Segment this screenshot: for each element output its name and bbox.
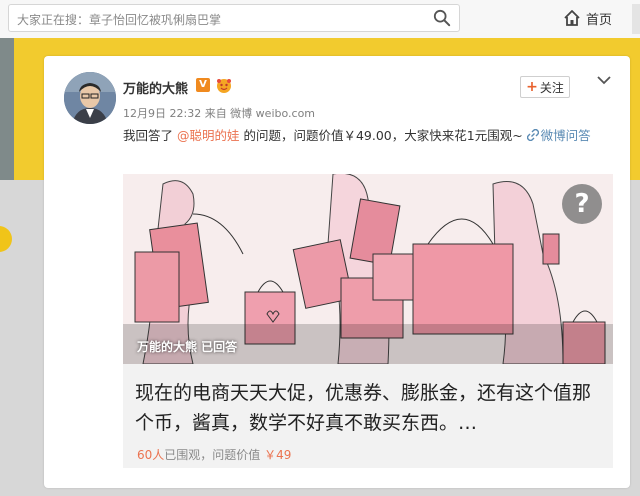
verified-badge[interactable]: V bbox=[196, 78, 210, 92]
answer-text: 现在的电商天天大促，优惠券、膨胀金，还有这个值那个币，酱真，数学不好真不敢买东西… bbox=[135, 382, 592, 434]
username[interactable]: 万能的大熊 bbox=[123, 78, 188, 97]
member-face-icon[interactable] bbox=[216, 78, 232, 94]
search-suggestion-text: 大家正在搜：章子怡回忆被巩俐扇巴掌 bbox=[17, 13, 222, 27]
left-strip bbox=[0, 38, 14, 180]
post-timestamp[interactable]: 12月9日 22:32 来自 微博 weibo.com bbox=[123, 105, 315, 121]
top-bar: 大家正在搜：章子怡回忆被巩俐扇巴掌 首页 bbox=[0, 0, 640, 39]
link-icon bbox=[526, 128, 539, 142]
follow-label: 关注 bbox=[539, 80, 564, 95]
home-link[interactable]: 首页 bbox=[562, 7, 612, 29]
question-price: ￥49 bbox=[264, 448, 292, 462]
chevron-down-icon[interactable] bbox=[596, 74, 612, 86]
watch-label: 已围观，问题价值 bbox=[164, 448, 261, 462]
question-mark-icon[interactable]: ? bbox=[562, 184, 602, 224]
search-input[interactable]: 大家正在搜：章子怡回忆被巩俐扇巴掌 bbox=[8, 4, 460, 32]
avatar-image bbox=[64, 72, 116, 124]
search-icon[interactable] bbox=[433, 9, 451, 27]
watch-count: 60人 bbox=[137, 448, 165, 462]
answer-meta: 60人已围观，问题价值 ￥49 bbox=[137, 446, 291, 463]
image-caption: 万能的大熊 已回答 bbox=[137, 340, 238, 354]
mention-link[interactable]: @聪明的娃 bbox=[177, 128, 240, 143]
weibo-post-card: 万能的大熊 V 12月9日 22:32 来自 微博 weibo.com + 关注… bbox=[44, 56, 630, 488]
follow-button[interactable]: + 关注 bbox=[520, 76, 570, 98]
answer-image[interactable]: 万能的大熊 已回答 ? bbox=[123, 174, 613, 364]
shopping-illustration bbox=[123, 174, 613, 364]
home-label: 首页 bbox=[586, 12, 613, 28]
plus-icon: + bbox=[526, 79, 538, 95]
home-icon bbox=[564, 10, 580, 26]
post-text: 我回答了 @聪明的娃 的问题，问题价值￥49.00，大家快来花1元围观~ 微博问… bbox=[123, 126, 593, 145]
answer-preview[interactable]: 现在的电商天天大促，优惠券、膨胀金，还有这个值那个币，酱真，数学不好真不敢买东西… bbox=[123, 364, 613, 468]
scrollbar[interactable] bbox=[632, 4, 640, 34]
weibo-qa-link[interactable]: 微博问答 bbox=[541, 128, 591, 143]
avatar[interactable] bbox=[64, 72, 116, 124]
post-text-middle: 的问题，问题价值￥49.00，大家快来花1元围观~ bbox=[239, 128, 527, 143]
post-text-prefix: 我回答了 bbox=[123, 128, 177, 143]
